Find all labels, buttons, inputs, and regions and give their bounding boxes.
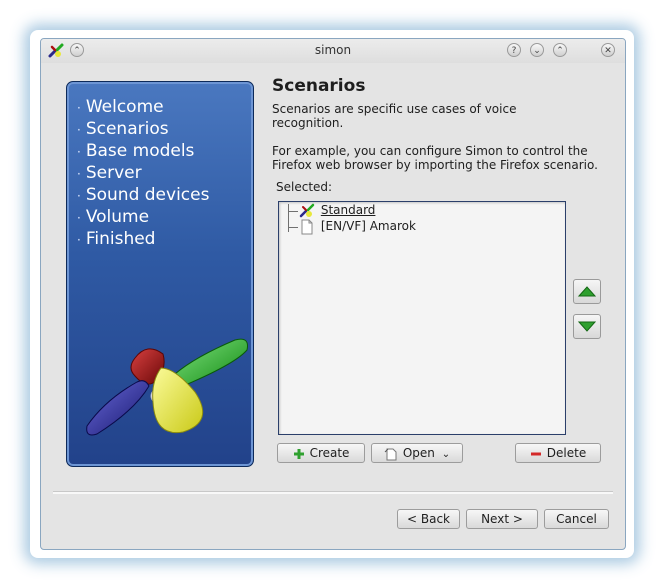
- step-sound-devices: · Sound devices: [77, 185, 210, 205]
- steps-list: · Welcome · Scenarios · Base models · Server…: [67, 82, 253, 250]
- step-scenarios: · Scenarios: [77, 119, 169, 139]
- step-welcome: · Welcome: [77, 97, 164, 117]
- delete-button[interactable]: Delete: [515, 443, 601, 463]
- open-document-icon: [384, 448, 397, 460]
- next-button[interactable]: Next >: [466, 509, 538, 529]
- step-server: · Server: [77, 163, 142, 183]
- document-icon: [301, 219, 313, 234]
- chevron-down-icon: ⌄: [441, 449, 451, 460]
- cancel-button[interactable]: Cancel: [544, 509, 609, 529]
- separator: [53, 491, 613, 494]
- open-button[interactable]: Open ⌄: [371, 443, 463, 463]
- tree-item-label: Standard: [320, 203, 376, 217]
- simon-icon: [299, 203, 315, 217]
- plus-icon: [293, 448, 304, 459]
- selected-scenarios-tree[interactable]: Standard [EN/VF] Amarok: [278, 201, 566, 435]
- tree-item-amarok[interactable]: [EN/VF] Amarok: [299, 218, 416, 234]
- wizard-window: ⌃ simon ? ⌄ ⌃ ✕ · Welcome · Scenarios · Bas…: [40, 38, 626, 550]
- tree-item-label: [EN/VF] Amarok: [320, 219, 416, 233]
- arrow-up-icon: [577, 286, 597, 297]
- title-bar: ⌃ simon ? ⌄ ⌃ ✕: [41, 39, 625, 63]
- move-up-button[interactable]: [573, 279, 601, 304]
- step-finished: · Finished: [77, 229, 156, 249]
- minus-icon: [530, 452, 541, 455]
- maximize-icon[interactable]: ⌃: [553, 43, 567, 57]
- move-down-button[interactable]: [573, 314, 601, 339]
- create-button[interactable]: Create: [277, 443, 365, 463]
- minimize-icon[interactable]: ⌄: [530, 43, 544, 57]
- step-base-models: · Base models: [77, 141, 195, 161]
- tree-item-standard[interactable]: Standard: [299, 202, 375, 218]
- selected-label: Selected:: [276, 180, 333, 194]
- close-icon[interactable]: ✕: [601, 43, 615, 57]
- step-volume: · Volume: [77, 207, 150, 227]
- simon-logo: [86, 338, 248, 436]
- description-text: Scenarios are specific use cases of voic…: [272, 102, 517, 130]
- page-title: Scenarios: [272, 76, 366, 96]
- arrow-down-icon: [577, 321, 597, 332]
- example-text: For example, you can configure Simon to …: [272, 144, 598, 172]
- back-button[interactable]: < Back: [397, 509, 460, 529]
- wizard-steps-panel: · Welcome · Scenarios · Base models · Server…: [66, 81, 254, 467]
- help-icon[interactable]: ?: [507, 43, 521, 57]
